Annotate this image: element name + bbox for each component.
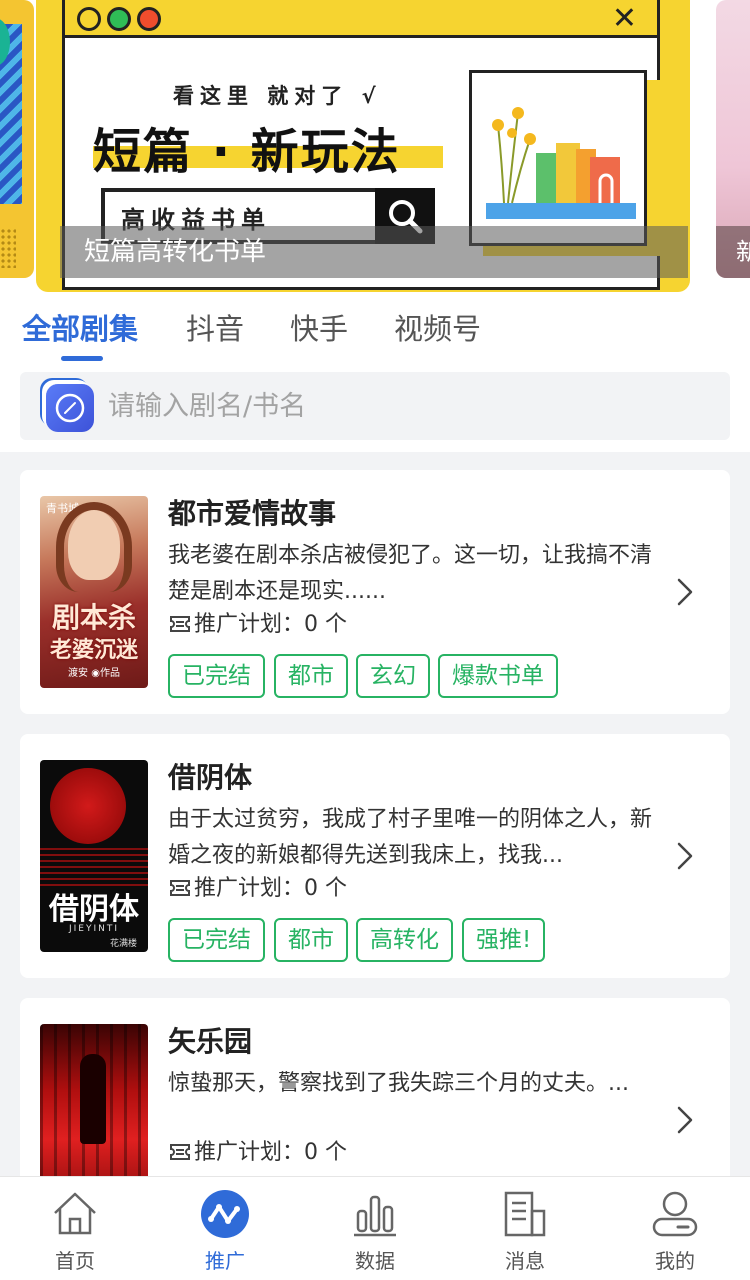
nav-home[interactable]: 首页 bbox=[0, 1177, 150, 1280]
cover-title-text: 借阴体 bbox=[49, 892, 139, 927]
tab-active-indicator bbox=[61, 356, 103, 361]
banner-headline: 短篇 · 新玩法 bbox=[93, 124, 401, 180]
book-title: 矢乐园 bbox=[168, 1025, 253, 1058]
tag: 都市 bbox=[274, 918, 348, 962]
book-card[interactable]: 借阴体 JIEYINTI 花满楼 借阴体 由于太过贫穷，我成了村子里唯一的阴体之… bbox=[20, 734, 730, 978]
book-card[interactable]: 青书城 剧本杀 老婆沉迷 渡安 ◉作品 都市爱情故事 我老婆在剧本杀店被侵犯了。… bbox=[20, 470, 730, 714]
tag: 已完结 bbox=[168, 654, 265, 698]
compass-icon bbox=[46, 384, 94, 432]
nav-label: 推广 bbox=[205, 1249, 245, 1273]
banner-caption: 短篇高转化书单 bbox=[60, 226, 688, 278]
window-dot-yellow-icon bbox=[77, 7, 101, 31]
tag: 玄幻 bbox=[356, 654, 430, 698]
books-flowers-icon bbox=[486, 107, 636, 219]
promotion-plan: 推广计划：0 个 bbox=[168, 1136, 347, 1170]
nav-data[interactable]: 数据 bbox=[300, 1177, 450, 1280]
nav-label: 我的 bbox=[655, 1249, 695, 1273]
tab-kuaishou[interactable]: 快手 bbox=[290, 306, 348, 348]
chart-icon bbox=[354, 1195, 396, 1237]
promotion-plan: 推广计划：0 个 bbox=[168, 872, 347, 906]
banner-prev-dots bbox=[0, 228, 16, 268]
window-dot-red-icon bbox=[137, 7, 161, 31]
promotion-plan-count: 0 个 bbox=[304, 876, 348, 901]
tag: 都市 bbox=[274, 654, 348, 698]
bottom-navigation: 首页 推广 数据 消息 我的 bbox=[0, 1176, 750, 1280]
cover-subtitle-text: JIEYINTI bbox=[68, 924, 120, 934]
promotion-plan-count: 0 个 bbox=[304, 1140, 348, 1165]
book-description: 由于太过贫穷，我成了村子里唯一的阴体之人，新婚之夜的新娘都得先送到我床上，找我.… bbox=[168, 807, 653, 868]
tag: 强推! bbox=[462, 918, 546, 962]
home-icon bbox=[54, 1192, 96, 1235]
banner-next-slide[interactable]: 新 bbox=[716, 0, 750, 278]
nav-promote[interactable]: 推广 bbox=[150, 1177, 300, 1280]
nav-messages[interactable]: 消息 bbox=[450, 1177, 600, 1280]
tab-all-series[interactable]: 全部剧集 bbox=[22, 306, 138, 348]
ticket-icon bbox=[170, 1144, 190, 1160]
search-bar[interactable] bbox=[20, 372, 730, 440]
book-title: 都市爱情故事 bbox=[168, 497, 337, 530]
message-icon bbox=[504, 1191, 546, 1237]
chevron-right-icon[interactable] bbox=[676, 840, 694, 872]
cover-author-text: 渡安 ◉作品 bbox=[68, 668, 120, 679]
tag: 已完结 bbox=[168, 918, 265, 962]
book-description: 我老婆在剧本杀店被侵犯了。这一切，让我搞不清楚是剧本还是现实...... bbox=[168, 543, 653, 604]
tab-douyin[interactable]: 抖音 bbox=[186, 306, 244, 348]
book-description: 惊蛰那天，警察找到了我失踪三个月的丈夫。... bbox=[168, 1071, 629, 1096]
banner-next-caption: 新 bbox=[716, 226, 750, 278]
tag: 爆款书单 bbox=[438, 654, 558, 698]
tag: 高转化 bbox=[356, 918, 453, 962]
cover-title-text: 剧本杀 bbox=[51, 601, 136, 634]
promotion-plan-label: 推广计划： bbox=[194, 876, 305, 901]
nav-profile[interactable]: 我的 bbox=[600, 1177, 750, 1280]
banner-carousel[interactable]: ✕ 看这里 就对了 √ 短篇 · 新玩法 高收益书单 新 短篇高转化书单 bbox=[0, 0, 750, 292]
promotion-plan-count: 0 个 bbox=[304, 612, 348, 637]
cover-hair bbox=[56, 502, 132, 592]
promotion-plan-label: 推广计划： bbox=[194, 1140, 305, 1165]
promote-icon bbox=[201, 1190, 249, 1238]
cover-reflection bbox=[40, 848, 148, 888]
book-cover: 青书城 剧本杀 老婆沉迷 渡安 ◉作品 bbox=[40, 496, 148, 688]
search-input[interactable] bbox=[108, 386, 688, 426]
promotion-plan-label: 推广计划： bbox=[194, 612, 305, 637]
platform-tabs: 全部剧集 抖音 快手 视频号 bbox=[0, 292, 750, 364]
books-illustration bbox=[469, 70, 647, 246]
cover-author-text: 花满楼 bbox=[110, 939, 138, 949]
cover-silhouette bbox=[80, 1054, 106, 1144]
profile-icon bbox=[652, 1191, 698, 1237]
banner-window-bar: ✕ bbox=[65, 0, 657, 38]
chevron-right-icon[interactable] bbox=[676, 576, 694, 608]
window-close-icon: ✕ bbox=[611, 1, 637, 36]
search-bar-section bbox=[0, 364, 750, 452]
promotion-plan: 推广计划：0 个 bbox=[168, 608, 347, 642]
ticket-icon bbox=[170, 616, 190, 632]
ticket-icon bbox=[170, 880, 190, 896]
banner-prev-slide[interactable] bbox=[0, 0, 34, 278]
banner-tagline: 看这里 就对了 √ bbox=[173, 84, 382, 108]
chevron-right-icon[interactable] bbox=[676, 1104, 694, 1136]
window-dot-green-icon bbox=[107, 7, 131, 31]
book-cover: 借阴体 JIEYINTI 花满楼 bbox=[40, 760, 148, 952]
nav-label: 首页 bbox=[55, 1249, 95, 1273]
book-title: 借阴体 bbox=[168, 761, 253, 794]
cover-moon bbox=[50, 768, 126, 844]
nav-label: 数据 bbox=[355, 1249, 395, 1273]
cover-subtitle-text: 老婆沉迷 bbox=[49, 638, 138, 663]
nav-label: 消息 bbox=[505, 1249, 545, 1273]
tab-video-channel[interactable]: 视频号 bbox=[394, 306, 481, 348]
